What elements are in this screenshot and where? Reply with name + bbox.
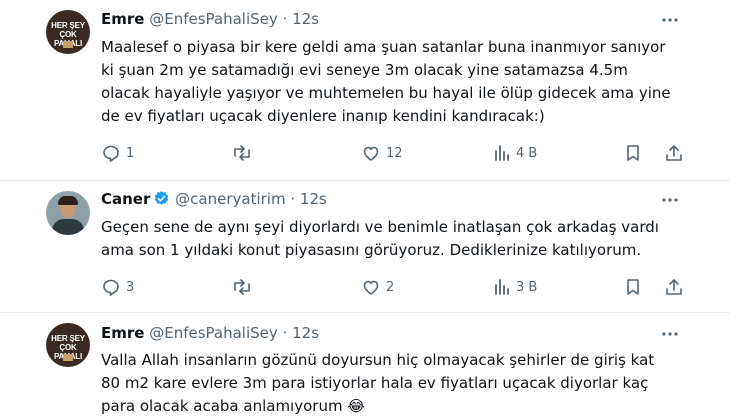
reply-button[interactable]: 3 — [101, 276, 134, 298]
more-options-icon[interactable] — [660, 190, 680, 210]
avatar-body — [52, 219, 84, 235]
share-icon — [666, 145, 682, 161]
tweet-text-line: olacak hayaliyle yaşıyor ve muhtemelen b… — [101, 84, 671, 102]
bookmark-button[interactable] — [624, 276, 642, 298]
reply-button[interactable]: 1 — [101, 142, 134, 164]
bookmark-icon — [627, 279, 639, 295]
tweet-text-line: ama son 1 yıldaki konut piyasasını görüy… — [101, 241, 642, 259]
verified-badge-icon — [153, 190, 170, 213]
tweet[interactable]: HER ŞEY ÇOK PAHALI Emre @EnfesPahaliSey … — [0, 0, 730, 180]
tweet-text: Valla Allah insanların gözünü doyursun h… — [101, 349, 701, 418]
avatar[interactable]: HER ŞEY ÇOK PAHALI — [46, 10, 90, 54]
views-chart-icon — [495, 279, 509, 295]
author-name[interactable]: Emre — [101, 324, 144, 342]
timestamp[interactable]: 12s — [292, 324, 319, 342]
heart-icon — [363, 280, 379, 295]
tweet-header: Emre @EnfesPahaliSey · 12s — [101, 8, 319, 30]
share-button[interactable] — [664, 276, 684, 298]
like-count: 2 — [386, 279, 395, 295]
separator-dot: · — [282, 10, 288, 28]
like-button[interactable]: 2 — [361, 276, 394, 298]
separator-dot: · — [282, 324, 288, 342]
author-handle[interactable]: @EnfesPahaliSey — [149, 324, 278, 342]
more-options-icon[interactable] — [660, 10, 680, 30]
action-bar: 3 2 3 B — [101, 276, 701, 298]
tweet-header: Emre @EnfesPahaliSey · 12s — [101, 322, 319, 344]
tweet-text-line: Geçen sene de aynı şeyi diyorlardı ve be… — [101, 218, 659, 236]
share-icon — [666, 279, 682, 295]
author-handle[interactable]: @caneryatirim — [175, 190, 285, 208]
tweet-text-line: 80 m2 kare evlere 3m para istiyorlar hal… — [101, 374, 649, 392]
bookmark-icon — [627, 145, 639, 161]
avatar-box — [63, 41, 73, 48]
action-bar: 1 12 4 B — [101, 142, 701, 164]
tweet-text-line: para olacak acaba anlamıyorum 😂 — [101, 397, 365, 415]
reply-count: 1 — [126, 145, 135, 161]
retweet-icon — [234, 145, 250, 161]
author-name[interactable]: Caner — [101, 190, 150, 208]
retweet-button[interactable] — [231, 276, 258, 298]
author-handle[interactable]: @EnfesPahaliSey — [149, 10, 278, 28]
author-name[interactable]: Emre — [101, 10, 144, 28]
retweet-icon — [234, 279, 250, 295]
tweet-text-line: Valla Allah insanların gözünü doyursun h… — [101, 351, 655, 369]
views-button[interactable]: 4 B — [493, 142, 537, 164]
tweet-text-line: ki şuan 2m ye satamadığı evi seneye 3m o… — [101, 61, 628, 79]
tweet-text-line: Maalesef o piyasa bir kere geldi ama şua… — [101, 38, 666, 56]
tweet-header: Caner @caneryatirim · 12s — [101, 188, 327, 210]
views-count: 3 B — [516, 279, 538, 295]
avatar-box — [63, 354, 73, 361]
bookmark-button[interactable] — [624, 142, 642, 164]
timestamp[interactable]: 12s — [300, 190, 327, 208]
timestamp[interactable]: 12s — [292, 10, 319, 28]
tweet-text-line: de ev fiyatları uçacak diyenlere inanıp … — [101, 107, 545, 125]
avatar[interactable]: HER ŞEY ÇOK PAHALI — [46, 323, 90, 367]
tweet-text: Geçen sene de aynı şeyi diyorlardı ve be… — [101, 216, 701, 262]
tweet[interactable]: HER ŞEY ÇOK PAHALI Emre @EnfesPahaliSey … — [0, 313, 730, 420]
like-button[interactable]: 12 — [361, 142, 403, 164]
more-options-icon[interactable] — [660, 324, 680, 344]
retweet-button[interactable] — [231, 142, 258, 164]
heart-icon — [363, 146, 379, 161]
tweet[interactable]: Caner @caneryatirim · 12s Geçen sene de … — [0, 181, 730, 311]
views-chart-icon — [495, 145, 509, 161]
like-count: 12 — [386, 145, 403, 161]
separator-dot: · — [290, 190, 296, 208]
views-button[interactable]: 3 B — [493, 276, 537, 298]
tweet-text: Maalesef o piyasa bir kere geldi ama şua… — [101, 36, 701, 128]
avatar-hair — [58, 196, 78, 205]
share-button[interactable] — [664, 142, 684, 164]
reply-count: 3 — [126, 279, 135, 295]
views-count: 4 B — [516, 145, 538, 161]
avatar[interactable] — [46, 191, 90, 235]
reply-icon — [103, 145, 119, 162]
reply-icon — [103, 279, 119, 296]
